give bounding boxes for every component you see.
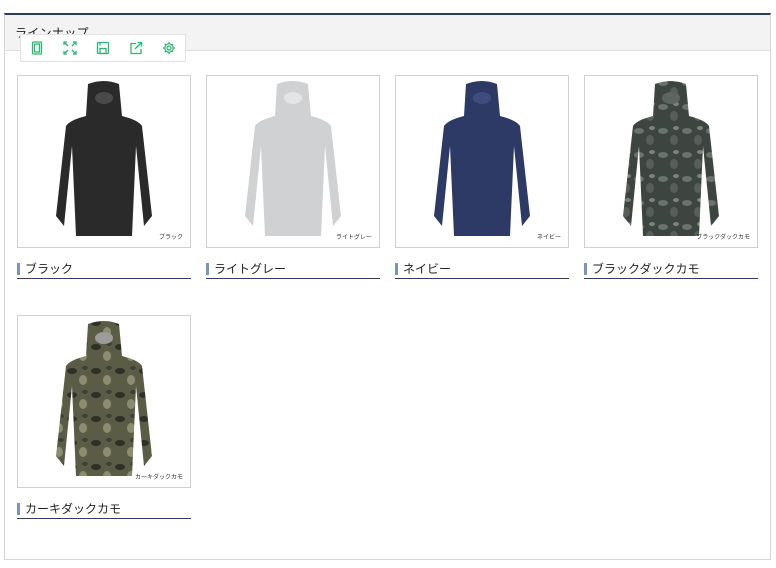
image-caption: ライトグレー <box>335 234 372 241</box>
hoodie-shirt-image <box>434 81 530 236</box>
expand-icon <box>63 41 77 55</box>
share-button[interactable] <box>119 35 152 61</box>
product-image[interactable]: ライトグレー <box>206 75 380 248</box>
page-icon <box>32 41 43 55</box>
product-image[interactable]: ブラックダックカモ <box>584 75 758 248</box>
save-button[interactable] <box>87 35 120 61</box>
image-caption: カーキダックカモ <box>134 474 183 481</box>
hoodie-shirt-image <box>56 81 152 236</box>
product-name: ブラックダックカモ <box>592 262 700 276</box>
product-name: カーキダックカモ <box>25 502 122 516</box>
product-label[interactable]: ネイビー <box>395 259 569 279</box>
product-label[interactable]: ブラック <box>17 259 191 279</box>
product-card[interactable]: ブラックダックカモ ブラックダックカモ <box>584 75 758 279</box>
product-card[interactable]: ブラック ブラック <box>17 75 191 279</box>
product-card[interactable]: ネイビー ネイビー <box>395 75 569 279</box>
product-name: ネイビー <box>403 262 452 276</box>
product-name: ブラック <box>25 262 74 276</box>
share-icon <box>130 41 142 55</box>
image-caption: ネイビー <box>536 234 561 241</box>
hoodie-shirt-image <box>56 321 152 476</box>
gear-icon <box>162 42 175 54</box>
hoodie-shirt-image <box>245 81 341 236</box>
product-label[interactable]: ライトグレー <box>206 259 380 279</box>
image-caption: ブラックダックカモ <box>696 234 750 241</box>
product-card[interactable]: カーキダックカモ カーキダックカモ <box>17 315 191 519</box>
image-toolbar <box>20 34 186 62</box>
product-image[interactable]: ネイビー <box>395 75 569 248</box>
product-card[interactable]: ライトグレー ライトグレー <box>206 75 380 279</box>
product-image[interactable]: ブラック <box>17 75 191 248</box>
product-label[interactable]: ブラックダックカモ <box>584 259 758 279</box>
image-caption: ブラック <box>158 234 183 241</box>
page-button[interactable] <box>21 35 54 61</box>
hoodie-shirt-image <box>623 81 719 236</box>
save-icon <box>96 41 110 55</box>
expand-button[interactable] <box>54 35 87 61</box>
product-label[interactable]: カーキダックカモ <box>17 499 191 519</box>
product-image[interactable]: カーキダックカモ <box>17 315 191 488</box>
product-name: ライトグレー <box>214 262 287 276</box>
settings-button[interactable] <box>152 35 185 61</box>
